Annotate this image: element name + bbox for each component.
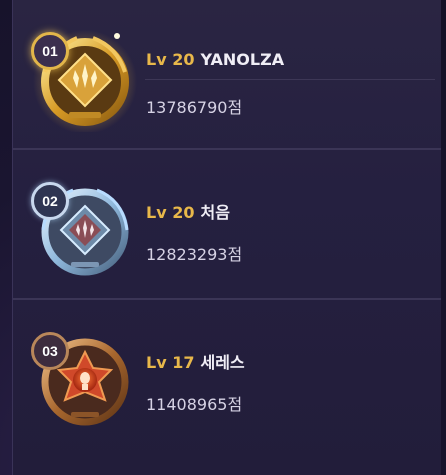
player-level: Lv 17 xyxy=(146,353,195,372)
ranking-row[interactable]: 01 Lv 20 YANOLZA 13786790점 xyxy=(13,0,441,148)
rank-badge: 01 xyxy=(31,32,69,70)
player-level-name: Lv 20 YANOLZA xyxy=(146,50,284,69)
player-name: 세레스 xyxy=(200,353,245,372)
player-level-name: Lv 17 세레스 xyxy=(146,349,245,373)
player-name: 처음 xyxy=(200,203,230,222)
row-divider xyxy=(145,79,435,80)
ranking-panel: 01 Lv 20 YANOLZA 13786790점 02 Lv 20 처음 1… xyxy=(12,0,441,475)
player-score: 11408965점 xyxy=(146,395,243,414)
ranking-row[interactable]: 03 Lv 17 세레스 11408965점 xyxy=(13,300,441,448)
player-level: Lv 20 xyxy=(146,50,195,69)
player-level: Lv 20 xyxy=(146,203,195,222)
rank-badge: 02 xyxy=(31,182,69,220)
ranking-row[interactable]: 02 Lv 20 처음 12823293점 xyxy=(13,150,441,298)
player-level-name: Lv 20 처음 xyxy=(146,199,230,223)
player-score: 13786790점 xyxy=(146,98,243,117)
player-score: 12823293점 xyxy=(146,245,243,264)
player-name: YANOLZA xyxy=(200,50,285,69)
rank-badge: 03 xyxy=(31,332,69,370)
